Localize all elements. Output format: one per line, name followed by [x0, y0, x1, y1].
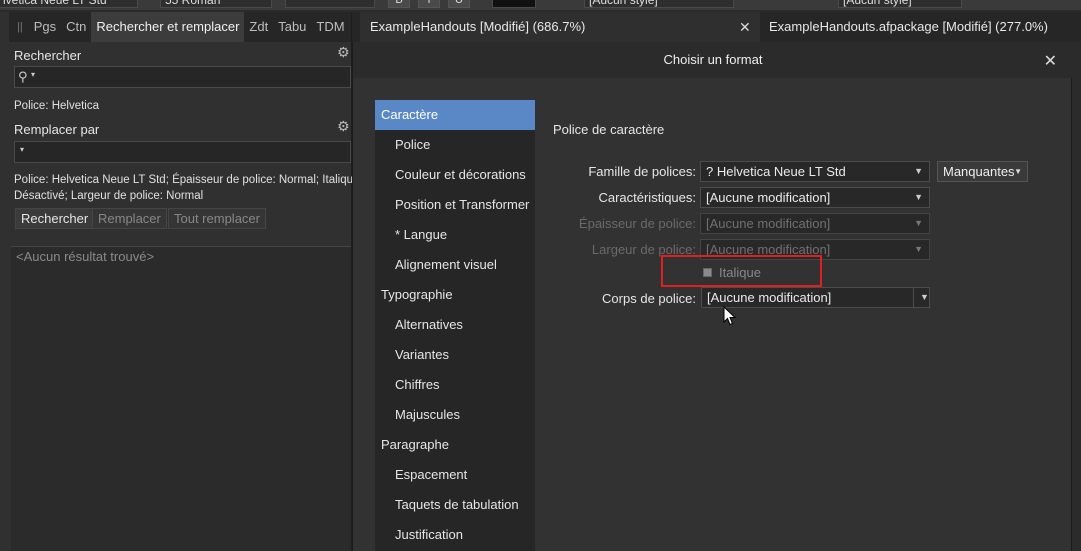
replace-font-info-line1: Police: Helvetica Neue LT Std; Épaisseur… — [14, 174, 360, 186]
italic-button[interactable]: I — [418, 0, 440, 8]
font-size-field[interactable] — [285, 0, 375, 8]
search-label: Rechercher — [14, 48, 82, 63]
tab-find-replace[interactable]: Rechercher et remplacer — [91, 12, 245, 42]
missing-fonts-label: Manquantes — [943, 164, 1015, 179]
category-item[interactable]: Alternatives — [375, 310, 535, 340]
italic-checkbox[interactable] — [703, 268, 712, 277]
replace-all-button[interactable]: Tout remplacer — [168, 208, 266, 229]
bold-button[interactable]: B — [388, 0, 410, 8]
chevron-down-icon[interactable]: ▼ — [913, 288, 929, 307]
doc-tab-label: ExampleHandouts [Modifié] (686.7%) — [370, 19, 586, 34]
category-item[interactable]: Paragraphe — [375, 430, 535, 460]
weight-dropdown[interactable]: [Aucune modification] ▼ — [700, 213, 930, 234]
tab-pages[interactable]: Pgs — [29, 12, 61, 42]
font-family-dropdown[interactable]: ? Helvetica Neue LT Std ▼ — [700, 161, 930, 182]
choose-format-dialog: Choisir un format ✕ Caractère Police Coule… — [352, 42, 1073, 551]
category-item[interactable]: Variantes — [375, 340, 535, 370]
underline-button[interactable]: U — [448, 0, 470, 8]
replace-settings-gear-icon[interactable]: ⚙ — [337, 119, 351, 133]
tab-ctn[interactable]: Ctn — [61, 12, 91, 42]
category-item[interactable]: Taquets de tabulation — [375, 490, 535, 520]
char-style-field[interactable]: [Aucun style] — [584, 0, 734, 8]
results-list: <Aucun résultat trouvé> — [11, 246, 351, 551]
search-input[interactable]: ⚲ ▾ — [14, 66, 351, 88]
panel-grip-icon[interactable]: || — [9, 21, 29, 33]
category-item[interactable]: Espacement — [375, 460, 535, 490]
category-item[interactable]: Chiffres — [375, 370, 535, 400]
italic-label: Italique — [719, 265, 761, 280]
doc-tab-label: ExampleHandouts.afpackage [Modifié] (277… — [769, 19, 1048, 34]
chevron-down-icon: ▼ — [1014, 167, 1022, 176]
close-icon[interactable]: ✕ — [1044, 51, 1057, 71]
font-size-label: Corps de police: — [602, 291, 696, 306]
replace-font-info-line2: Désactivé; Largeur de police: Normal — [14, 190, 204, 202]
dialog-title: Choisir un format — [353, 42, 1073, 78]
close-tab-icon[interactable]: ✕ — [739, 12, 751, 42]
traits-label: Caractéristiques: — [598, 190, 696, 205]
chevron-down-icon: ▼ — [914, 218, 923, 228]
replace-input[interactable]: ▾ — [14, 141, 351, 163]
chevron-down-icon: ▼ — [914, 244, 923, 254]
category-item[interactable]: Justification — [375, 520, 535, 550]
doc-tab-1[interactable]: ExampleHandouts [Modifié] (686.7%) ✕ — [360, 12, 760, 42]
missing-fonts-button[interactable]: Manquantes ▼ — [937, 161, 1028, 182]
traits-value: [Aucune modification] — [706, 190, 831, 205]
category-item[interactable]: Majuscules — [375, 400, 535, 430]
chevron-down-icon: ▾ — [20, 145, 25, 154]
find-replace-panel: || Pgs Ctn Rechercher et remplacer Zdt T… — [0, 12, 359, 551]
category-item[interactable]: Caractère — [375, 100, 535, 130]
replace-label: Remplacer par — [14, 122, 100, 137]
font-family-value: ? Helvetica Neue LT Std — [706, 164, 846, 179]
weight-label: Épaisseur de police: — [578, 216, 696, 231]
tab-tdm[interactable]: TDM — [311, 12, 349, 42]
replace-button[interactable]: Remplacer — [92, 208, 167, 229]
top-toolbar: lvetica Neue LT Std 55 Roman B I U [Aucu… — [0, 0, 1081, 10]
search-settings-gear-icon[interactable]: ⚙ — [337, 45, 351, 59]
text-color-swatch[interactable] — [492, 0, 536, 8]
chevron-down-icon: ▼ — [914, 192, 923, 202]
no-results-text: <Aucun résultat trouvé> — [16, 249, 155, 264]
section-title: Police de caractère — [553, 122, 665, 137]
font-family-field[interactable]: lvetica Neue LT Std — [0, 0, 138, 8]
chevron-down-icon: ▼ — [914, 166, 923, 176]
document-tabs: ExampleHandouts [Modifié] (686.7%) ✕ Exa… — [352, 12, 1081, 42]
traits-dropdown[interactable]: [Aucune modification] ▼ — [700, 187, 930, 208]
mouse-cursor-icon — [723, 306, 737, 326]
weight-value: [Aucune modification] — [706, 216, 831, 231]
font-size-dropdown[interactable]: [Aucune modification] ▼ — [701, 287, 930, 308]
tab-zdt[interactable]: Zdt — [244, 12, 273, 42]
panel-tabs: || Pgs Ctn Rechercher et remplacer Zdt T… — [9, 12, 351, 42]
search-button[interactable]: Rechercher — [15, 208, 95, 229]
para-style-field[interactable]: [Aucun style] — [838, 0, 962, 8]
category-item[interactable]: Police — [375, 130, 535, 160]
font-family-label: Famille de polices: — [588, 164, 696, 179]
doc-tab-2[interactable]: ExampleHandouts.afpackage [Modifié] (277… — [759, 12, 1081, 42]
font-size-value: [Aucune modification] — [707, 290, 832, 305]
chevron-down-icon: ▾ — [31, 70, 36, 79]
tab-tabu[interactable]: Tabu — [273, 12, 311, 42]
search-icon: ⚲ — [18, 69, 28, 84]
search-font-info: Police: Helvetica — [14, 100, 100, 112]
font-style-field[interactable]: 55 Roman — [160, 0, 272, 8]
